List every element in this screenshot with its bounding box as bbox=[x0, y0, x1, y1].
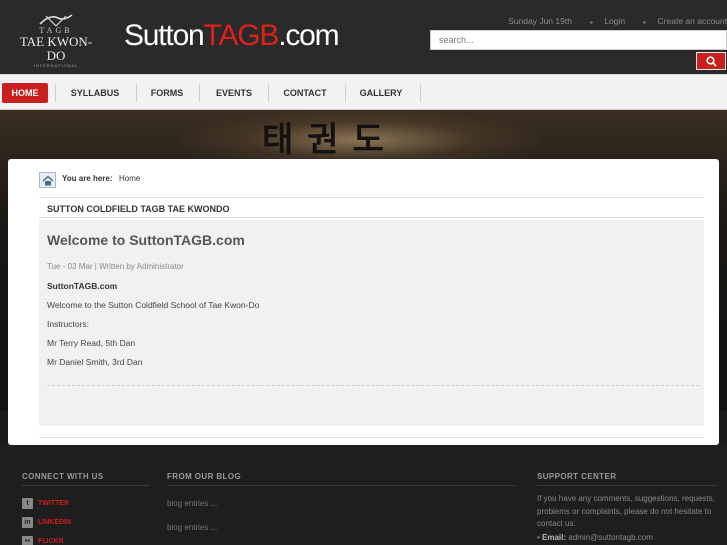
tagb-logo[interactable]: TAGB TAE KWON-DO INTERNATIONAL bbox=[14, 12, 98, 68]
support-heading: SUPPORT CENTER bbox=[537, 472, 617, 481]
logo-line-3: INTERNATIONAL bbox=[33, 63, 79, 68]
blog-entry-link[interactable]: blog entries ... bbox=[167, 523, 217, 532]
create-account-label: Create an account bbox=[657, 16, 727, 26]
article-paragraph: Instructors: bbox=[47, 319, 90, 329]
nav-contact[interactable]: CONTACT bbox=[275, 83, 335, 103]
breadcrumb-label: You are here: bbox=[62, 174, 113, 183]
divider bbox=[22, 485, 150, 486]
arrow-icon: ▸ bbox=[643, 20, 647, 26]
article-title[interactable]: Welcome to SuttonTAGB.com bbox=[47, 232, 245, 248]
nav-home[interactable]: HOME bbox=[2, 83, 48, 103]
nav-divider bbox=[345, 84, 346, 102]
home-icon bbox=[42, 175, 54, 186]
section-title: SUTTON COLDFIELD TAGB TAE KWONDO bbox=[47, 204, 230, 214]
login-link-label: Login bbox=[604, 16, 626, 26]
article-meta: Tue - 03 Mar | Written by Administrator bbox=[47, 262, 184, 271]
twitter-label: TWITTER bbox=[38, 500, 70, 507]
site-title-white: Sutton bbox=[124, 19, 205, 52]
login-link[interactable]: ▸ Login bbox=[582, 16, 625, 26]
divider bbox=[167, 485, 515, 486]
nav-divider bbox=[199, 84, 200, 102]
breadcrumb-home-button[interactable] bbox=[39, 172, 56, 188]
logo-line-2: TAE KWON-DO bbox=[19, 34, 93, 63]
divider bbox=[39, 197, 704, 198]
site-title-red: TAGB bbox=[203, 19, 280, 52]
arrow-icon: ▸ bbox=[590, 20, 594, 26]
current-date: Sunday Jun 19th bbox=[508, 16, 572, 26]
article: Welcome to SuttonTAGB.com Tue - 03 Mar |… bbox=[39, 220, 704, 426]
blog-heading: FROM OUR BLOG bbox=[167, 472, 242, 481]
linkedin-icon: in bbox=[22, 517, 33, 528]
support-text: If you have any comments, suggestions, r… bbox=[537, 494, 715, 528]
divider bbox=[39, 437, 704, 438]
support-email-label: Email: bbox=[542, 533, 567, 542]
flickr-label: FLICKR bbox=[38, 538, 64, 545]
article-paragraph: Welcome to the Sutton Coldfield School o… bbox=[47, 300, 260, 310]
search-input[interactable] bbox=[430, 30, 727, 50]
support-email: • Email: admin@suttontagb.com bbox=[537, 533, 653, 542]
search-icon bbox=[706, 56, 717, 67]
support-email-link[interactable]: admin@suttontagb.com bbox=[568, 533, 653, 542]
twitter-icon: t bbox=[22, 498, 33, 509]
main-nav: HOME SYLLABUS FORMS EVENTS CONTACT GALLE… bbox=[0, 74, 727, 110]
create-account-link[interactable]: ▸ Create an account bbox=[636, 16, 727, 26]
article-paragraph: Mr Terry Read, 5th Dan bbox=[47, 338, 136, 348]
flickr-icon: •• bbox=[22, 536, 33, 545]
search-button[interactable] bbox=[696, 52, 726, 70]
nav-divider bbox=[420, 84, 421, 102]
top-links: Sunday Jun 19th ▸ Login ▸ Create an accoun… bbox=[500, 16, 727, 26]
content-panel: You are here: Home SUTTON COLDFIELD TAGB… bbox=[8, 159, 719, 445]
site-footer: CONNECT WITH US t TWITTER in LINKEDIN ••… bbox=[0, 445, 727, 545]
nav-divider bbox=[136, 84, 137, 102]
nav-divider bbox=[268, 84, 269, 102]
banner-hangul-text: 태권도 bbox=[262, 120, 398, 160]
divider bbox=[39, 217, 704, 218]
divider bbox=[47, 385, 699, 386]
nav-divider bbox=[55, 84, 56, 102]
nav-gallery[interactable]: GALLERY bbox=[351, 83, 411, 103]
blog-entry-link[interactable]: blog entries ... bbox=[167, 499, 217, 508]
site-header: TAGB TAE KWON-DO INTERNATIONAL SuttonTAG… bbox=[0, 0, 727, 74]
site-title-suffix: .com bbox=[278, 19, 339, 52]
article-paragraph: Mr Daniel Smith, 3rd Dan bbox=[47, 357, 143, 367]
linkedin-label: LINKEDIN bbox=[38, 519, 72, 526]
divider bbox=[537, 485, 717, 486]
nav-syllabus[interactable]: SYLLABUS bbox=[62, 83, 128, 103]
nav-events[interactable]: EVENTS bbox=[206, 83, 262, 103]
site-title[interactable]: SuttonTAGB.com bbox=[124, 19, 340, 53]
article-paragraph: SuttonTAGB.com bbox=[47, 281, 118, 291]
nav-forms[interactable]: FORMS bbox=[142, 83, 192, 103]
connect-heading: CONNECT WITH US bbox=[22, 472, 104, 481]
breadcrumb-current: Home bbox=[119, 174, 141, 183]
